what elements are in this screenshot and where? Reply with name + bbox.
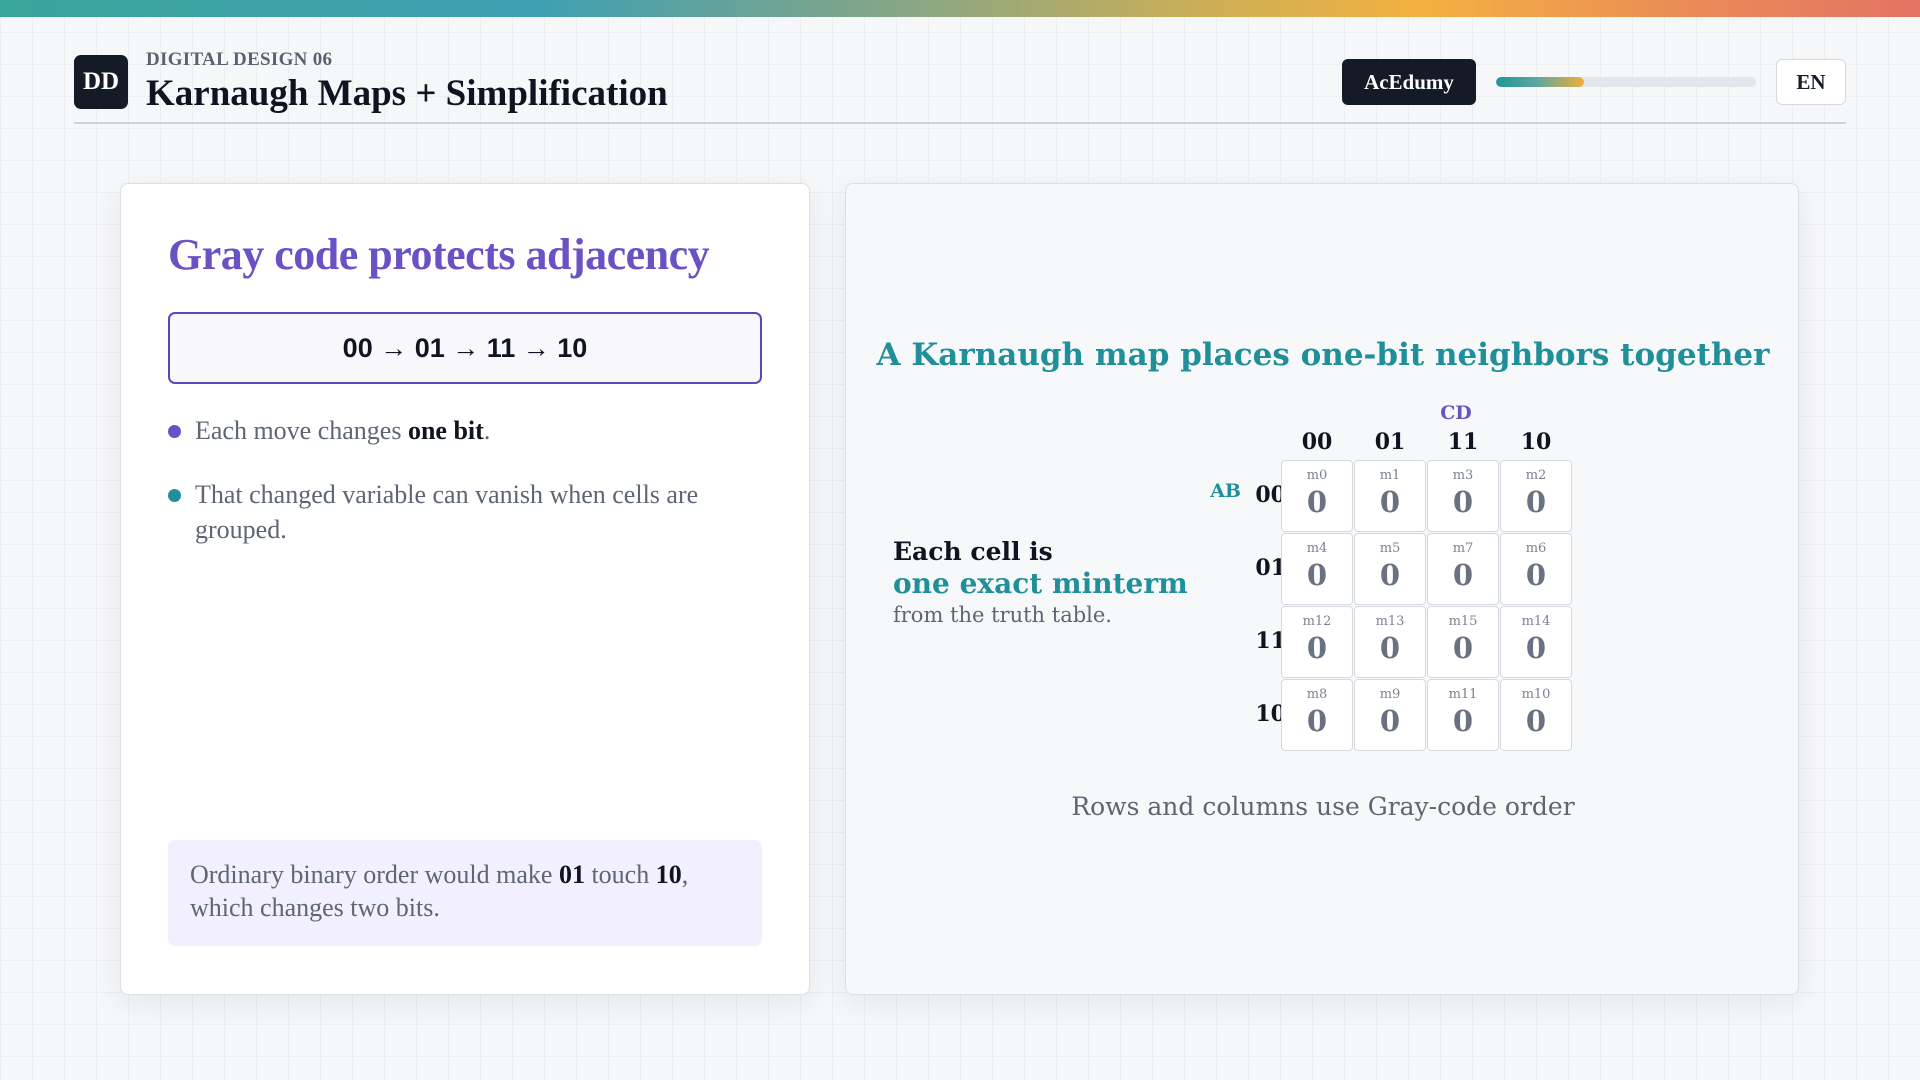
kmap-cell-m5[interactable]: m5 0 bbox=[1354, 533, 1426, 605]
cell-value: 0 bbox=[1306, 558, 1328, 592]
row-label-01: 01 bbox=[1255, 555, 1286, 581]
kmap-cell-m11[interactable]: m11 0 bbox=[1427, 679, 1499, 751]
course-logo: DD bbox=[74, 55, 128, 109]
kmap-cell-m15[interactable]: m15 0 bbox=[1427, 606, 1499, 678]
minterm-label: m1 bbox=[1379, 468, 1401, 483]
top-gradient-bar bbox=[0, 0, 1920, 17]
note-text: touch bbox=[584, 860, 656, 889]
bullet-text-end: . bbox=[483, 416, 491, 445]
minterm-label: m9 bbox=[1379, 687, 1401, 702]
column-label-00: 00 bbox=[1301, 429, 1333, 455]
bullet-dot bbox=[168, 489, 181, 502]
cell-explanation-line3: from the truth table. bbox=[893, 603, 1112, 627]
kmap-caption: Rows and columns use Gray-code order bbox=[1071, 792, 1575, 821]
bullet-dot bbox=[168, 425, 181, 438]
note-bold-01: 01 bbox=[558, 860, 585, 889]
minterm-label: m0 bbox=[1306, 468, 1328, 483]
cell-value: 0 bbox=[1452, 558, 1474, 592]
kmap-cell-m7[interactable]: m7 0 bbox=[1427, 533, 1499, 605]
lesson-progress-fill bbox=[1496, 77, 1585, 87]
gray-code-card: Gray code protects adjacency 00 → 01 → 1… bbox=[120, 183, 810, 995]
bullet-one-bit: Each move changes one bit. bbox=[168, 413, 748, 448]
minterm-label: m8 bbox=[1306, 687, 1328, 702]
kmap-cell-m13[interactable]: m13 0 bbox=[1354, 606, 1426, 678]
cell-explanation-line1: Each cell is bbox=[893, 537, 1053, 566]
minterm-label: m6 bbox=[1525, 541, 1547, 556]
kmap-card: A Karnaugh map places one-bit neighbors … bbox=[845, 183, 1799, 995]
cell-explanation-line2: one exact minterm bbox=[893, 567, 1188, 600]
minterm-label: m11 bbox=[1448, 687, 1478, 702]
minterm-label: m7 bbox=[1452, 541, 1474, 556]
cell-value: 0 bbox=[1525, 558, 1547, 592]
minterm-label: m3 bbox=[1452, 468, 1474, 483]
row-variable-label: AB bbox=[1210, 480, 1241, 502]
column-label-01: 01 bbox=[1374, 429, 1406, 455]
kmap-cell-m6[interactable]: m6 0 bbox=[1500, 533, 1572, 605]
column-label-10: 10 bbox=[1520, 429, 1552, 455]
kmap-heading: A Karnaugh map places one-bit neighbors … bbox=[876, 337, 1770, 373]
minterm-label: m13 bbox=[1375, 614, 1405, 629]
note-bold-10: 10 bbox=[655, 860, 682, 889]
kmap-cell-m14[interactable]: m14 0 bbox=[1500, 606, 1572, 678]
page-title: Karnaugh Maps + Simplification bbox=[146, 73, 668, 114]
column-variable-label: CD bbox=[1440, 402, 1472, 424]
bullet-text: That changed variable can vanish when ce… bbox=[195, 480, 699, 544]
binary-order-note: Ordinary binary order would make 01 touc… bbox=[168, 840, 762, 946]
cell-value: 0 bbox=[1306, 485, 1328, 519]
minterm-label: m2 bbox=[1525, 468, 1547, 483]
kmap-cell-m2[interactable]: m2 0 bbox=[1500, 460, 1572, 532]
row-label-11: 11 bbox=[1255, 628, 1286, 654]
kmap-cell-m8[interactable]: m8 0 bbox=[1281, 679, 1353, 751]
cell-value: 0 bbox=[1306, 704, 1328, 738]
brand-badge[interactable]: AcEdumy bbox=[1342, 59, 1476, 105]
header-divider bbox=[74, 122, 1846, 124]
language-button[interactable]: EN bbox=[1776, 59, 1846, 105]
kmap-cell-m10[interactable]: m10 0 bbox=[1500, 679, 1572, 751]
row-label-00: 00 bbox=[1255, 482, 1286, 508]
minterm-label: m12 bbox=[1302, 614, 1332, 629]
cell-value: 0 bbox=[1452, 704, 1474, 738]
kmap-cell-m1[interactable]: m1 0 bbox=[1354, 460, 1426, 532]
course-eyebrow: DIGITAL DESIGN 06 bbox=[146, 49, 333, 70]
cell-value: 0 bbox=[1379, 631, 1401, 665]
minterm-label: m15 bbox=[1448, 614, 1478, 629]
kmap-cell-m4[interactable]: m4 0 bbox=[1281, 533, 1353, 605]
kmap-cell-m3[interactable]: m3 0 bbox=[1427, 460, 1499, 532]
cell-value: 0 bbox=[1379, 704, 1401, 738]
cell-value: 0 bbox=[1379, 485, 1401, 519]
cell-value: 0 bbox=[1452, 631, 1474, 665]
kmap-cell-m9[interactable]: m9 0 bbox=[1354, 679, 1426, 751]
cell-explanation: Each cell is one exact minterm from the … bbox=[893, 536, 1233, 630]
cell-value: 0 bbox=[1525, 704, 1547, 738]
bullet-variable-vanish: That changed variable can vanish when ce… bbox=[168, 477, 748, 547]
minterm-label: m10 bbox=[1521, 687, 1551, 702]
bullet-text: Each move changes bbox=[195, 416, 408, 445]
cell-value: 0 bbox=[1525, 631, 1547, 665]
cell-value: 0 bbox=[1525, 485, 1547, 519]
row-label-10: 10 bbox=[1255, 701, 1286, 727]
minterm-label: m4 bbox=[1306, 541, 1328, 556]
cell-value: 0 bbox=[1452, 485, 1474, 519]
minterm-label: m14 bbox=[1521, 614, 1551, 629]
card-heading: Gray code protects adjacency bbox=[168, 230, 710, 279]
bullet-bold: one bit bbox=[407, 416, 484, 445]
gray-sequence-box: 00 → 01 → 11 → 10 bbox=[168, 312, 762, 384]
cell-value: 0 bbox=[1379, 558, 1401, 592]
cell-value: 0 bbox=[1306, 631, 1328, 665]
kmap-cell-m0[interactable]: m0 0 bbox=[1281, 460, 1353, 532]
note-text: Ordinary binary order would make bbox=[190, 860, 559, 889]
lesson-progress-bar bbox=[1496, 77, 1756, 87]
column-label-11: 11 bbox=[1447, 429, 1479, 455]
kmap-cell-m12[interactable]: m12 0 bbox=[1281, 606, 1353, 678]
minterm-label: m5 bbox=[1379, 541, 1401, 556]
